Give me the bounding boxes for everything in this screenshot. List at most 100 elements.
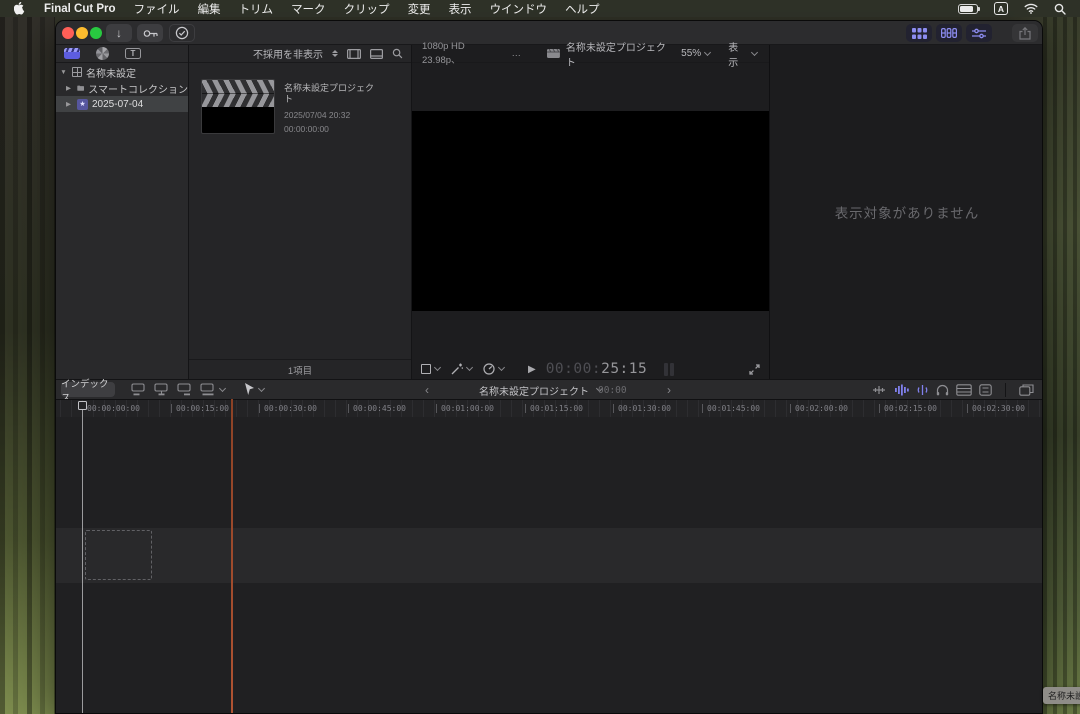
wallpaper-right <box>1043 17 1080 714</box>
playhead-handle[interactable] <box>78 401 87 410</box>
index-button[interactable]: インデックス <box>61 382 115 397</box>
audio-meters[interactable] <box>664 363 674 376</box>
overwrite-edit-menu[interactable] <box>200 383 225 396</box>
clip-drop-placeholder[interactable] <box>85 530 152 580</box>
solo-icon[interactable] <box>916 384 929 396</box>
keyword-editor-button[interactable] <box>137 24 163 42</box>
menu-trim[interactable]: トリム <box>239 1 274 17</box>
clips-tab-clapperboard-icon[interactable] <box>64 48 80 59</box>
window-toolbar: ↓ <box>56 21 1042 45</box>
play-button[interactable]: ▶ <box>528 364 536 375</box>
search-icon[interactable] <box>392 48 403 59</box>
trim-skimming-icon[interactable] <box>872 384 887 396</box>
chevron-down-icon <box>466 364 473 371</box>
viewer-timecode[interactable]: 00:00:25:15 <box>546 361 648 377</box>
disclosure-open-icon[interactable]: ▼ <box>59 69 68 76</box>
filmstrip-view-icon[interactable] <box>347 49 361 59</box>
menu-clip[interactable]: クリップ <box>344 1 390 17</box>
timeline-duration-label: 00:00 <box>598 380 627 400</box>
effects-browser-icon[interactable] <box>1019 384 1034 396</box>
clip-title[interactable]: 名称未設定プロジェクト <box>284 83 376 105</box>
sidebar-item-event[interactable]: ▶ ★ 2025-07-04 <box>56 96 188 112</box>
clip-view-icon[interactable] <box>370 49 383 59</box>
ruler-tick <box>967 404 968 413</box>
ruler-label: 00:00:30:00 <box>264 404 317 413</box>
transform-overlay-menu[interactable] <box>421 364 440 374</box>
wifi-icon[interactable] <box>1024 3 1038 14</box>
zoom-window-button[interactable] <box>90 27 102 39</box>
zoom-level: 55% <box>681 48 701 59</box>
spotlight-search-icon[interactable] <box>1054 3 1066 15</box>
menu-modify[interactable]: 変更 <box>408 1 431 17</box>
next-project-button[interactable]: › <box>667 380 671 400</box>
edit-buttons-group <box>131 383 225 396</box>
photos-audio-tab-icon[interactable] <box>96 47 109 60</box>
input-source-icon[interactable]: A <box>994 2 1008 15</box>
headphones-icon[interactable] <box>936 384 949 396</box>
ruler-label: 00:00:45:00 <box>353 404 406 413</box>
zoom-control[interactable]: 55% <box>681 48 710 59</box>
close-window-button[interactable] <box>62 27 74 39</box>
sidebar-item-smart-collection[interactable]: ▶ スマートコレクション <box>56 80 188 96</box>
menu-mark[interactable]: マーク <box>291 1 326 17</box>
timeline-ruler[interactable]: 00:00:00:00 00:00:15:00 00:00:30:00 00:0… <box>56 399 1042 417</box>
retime-gauge-icon <box>483 363 495 375</box>
background-tasks-button[interactable] <box>169 24 195 42</box>
libraries-sidebar: T ▼ 名称未設定 ▶ スマートコレクション ▶ ★ 2025-07-04 <box>56 45 189 379</box>
playhead-line[interactable] <box>82 409 83 713</box>
apple-menu-icon[interactable] <box>14 2 26 16</box>
minimize-window-button[interactable] <box>76 27 88 39</box>
insert-edit-icon[interactable] <box>154 383 170 396</box>
timeline-toolbar: インデックス ‹ 名称未設定プロジェクト 00:00 › <box>56 379 1042 399</box>
timeline-project-menu[interactable]: 名称未設定プロジェクト <box>479 380 602 400</box>
menu-edit[interactable]: 編集 <box>198 1 221 17</box>
import-media-button[interactable]: ↓ <box>106 24 132 42</box>
disclosure-closed-icon[interactable]: ▶ <box>64 100 73 108</box>
battery-icon[interactable] <box>958 4 978 14</box>
project-clip-thumbnail[interactable] <box>201 79 275 134</box>
library-name-label: 名称未設定 <box>86 65 136 80</box>
ruler-label: 00:01:15:00 <box>530 404 583 413</box>
connect-edit-icon[interactable] <box>131 383 147 396</box>
menu-file[interactable]: ファイル <box>134 1 180 17</box>
primary-storyline-lane <box>56 528 1042 583</box>
transitions-browser-icon[interactable] <box>1041 385 1043 396</box>
import-arrow-icon: ↓ <box>116 26 122 40</box>
filter-updown-icon[interactable] <box>332 50 338 57</box>
browser-toggle-button[interactable] <box>906 24 932 42</box>
menu-view[interactable]: 表示 <box>449 1 472 17</box>
format-ellipsis[interactable]: … <box>511 48 521 59</box>
ruler-tick <box>613 404 614 413</box>
menu-window[interactable]: ウインドウ <box>490 1 548 17</box>
retime-menu[interactable] <box>483 363 504 375</box>
sidebar-item-library[interactable]: ▼ 名称未設定 <box>56 64 188 80</box>
chevron-down-icon <box>219 384 226 391</box>
menu-help[interactable]: ヘルプ <box>565 1 600 17</box>
fcp-window: ↓ T ▼ 名称未設定 <box>55 20 1043 714</box>
clip-date: 2025/07/04 20:32 <box>284 110 399 120</box>
project-clapperboard-icon <box>547 49 560 58</box>
viewer-header: 1080p HD 23.98p、 … 名称未設定プロジェクト 55% 表示 <box>412 45 769 63</box>
append-edit-icon[interactable] <box>177 383 193 396</box>
filter-label[interactable]: 不採用を非表示 <box>253 46 323 61</box>
timeline-view-options <box>872 380 1043 400</box>
ruler-label: 00:01:45:00 <box>707 404 760 413</box>
timeline-toggle-button[interactable] <box>936 24 962 42</box>
previous-project-button[interactable]: ‹ <box>425 380 429 400</box>
timeline-settings-icon[interactable] <box>979 384 992 396</box>
smart-collection-label: スマートコレクション <box>88 81 188 96</box>
audio-skimming-icon[interactable] <box>894 384 909 396</box>
titles-generators-tab-icon[interactable]: T <box>125 48 141 59</box>
clip-appearance-icon[interactable] <box>956 384 972 396</box>
timeline-canvas[interactable] <box>56 417 1042 713</box>
disclosure-closed-icon[interactable]: ▶ <box>64 84 73 92</box>
fullscreen-button[interactable] <box>749 364 760 375</box>
sliders-icon <box>972 28 986 39</box>
ruler-tick <box>171 404 172 413</box>
inspector-toggle-button[interactable] <box>966 24 992 42</box>
share-button[interactable] <box>1012 24 1038 42</box>
tool-palette-menu[interactable] <box>244 383 264 396</box>
menu-app-name[interactable]: Final Cut Pro <box>44 3 116 15</box>
enhancements-menu[interactable] <box>451 363 472 375</box>
view-menu[interactable]: 表示 <box>728 39 757 69</box>
